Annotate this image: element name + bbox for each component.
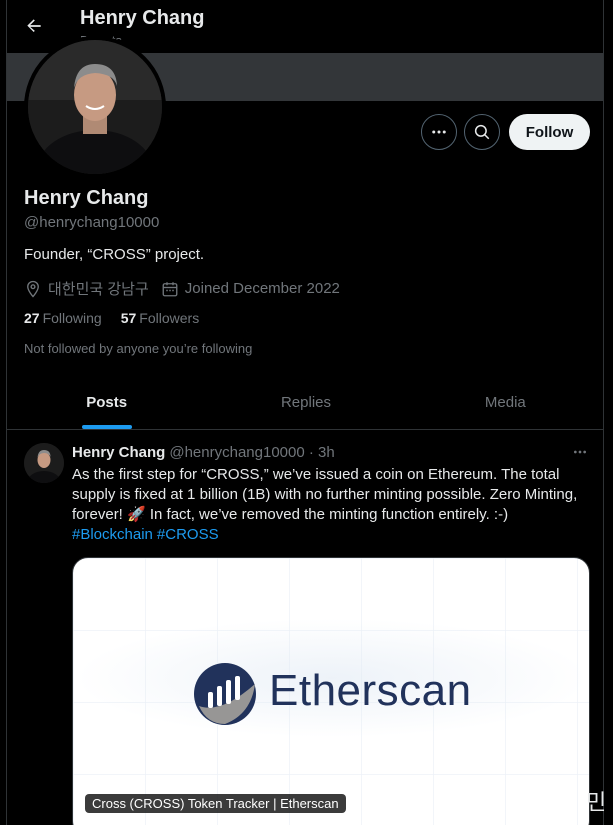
following-label: Following bbox=[42, 310, 102, 326]
profile-avatar[interactable] bbox=[24, 36, 166, 178]
tab-replies-label: Replies bbox=[280, 394, 331, 411]
hashtag-blockchain[interactable]: #Blockchain bbox=[72, 526, 153, 543]
profile-display-name: Henry Chang bbox=[24, 187, 149, 209]
calendar-icon bbox=[162, 281, 178, 296]
link-card[interactable]: Etherscan Cross (CROSS) Token Tracker | … bbox=[72, 557, 590, 825]
profile-meta: 대한민국 강남구 Joined December 2022 bbox=[24, 278, 352, 299]
profile-tabs: Posts Replies Media bbox=[7, 376, 603, 430]
active-tab-indicator bbox=[81, 425, 132, 429]
post-author-name[interactable]: Henry Chang bbox=[72, 444, 165, 461]
post-handle-time[interactable]: @henrychang10000 · 3h bbox=[169, 444, 334, 461]
post-text: As the first step for “CROSS,” we’ve iss… bbox=[72, 466, 578, 523]
tab-media-label: Media bbox=[484, 394, 526, 411]
search-icon bbox=[474, 124, 490, 140]
arrow-left-icon bbox=[27, 19, 41, 32]
location-pin-icon bbox=[27, 280, 39, 298]
profile-joined: Joined December 2022 bbox=[161, 280, 340, 298]
more-options-button[interactable] bbox=[421, 114, 457, 150]
joined-text: Joined December 2022 bbox=[184, 280, 340, 297]
hashtag-cross[interactable]: #CROSS bbox=[157, 526, 219, 543]
followers-label: Followers bbox=[139, 310, 200, 326]
post-avatar-photo bbox=[24, 443, 64, 483]
profile-handle: @henrychang10000 bbox=[24, 214, 160, 231]
following-count: 27 bbox=[24, 310, 40, 326]
tab-media[interactable]: Media bbox=[406, 376, 603, 429]
card-brand-text: Etherscan bbox=[269, 666, 472, 715]
ime-indicator: 민 bbox=[586, 790, 607, 815]
post-avatar[interactable] bbox=[24, 443, 64, 483]
post-item[interactable]: Henry Chang @henrychang10000 · 3h As the… bbox=[7, 431, 603, 825]
post-header: Henry Chang @henrychang10000 · 3h bbox=[72, 444, 335, 461]
more-horizontal-icon bbox=[432, 130, 446, 134]
back-button[interactable] bbox=[19, 11, 49, 41]
post-more-button[interactable] bbox=[569, 441, 591, 463]
search-profile-button[interactable] bbox=[464, 114, 500, 150]
followers-count: 57 bbox=[120, 310, 137, 326]
location-text: 대한민국 강남구 bbox=[48, 281, 149, 298]
header-title: Henry Chang bbox=[80, 7, 205, 29]
profile-column: Henry Chang 5 posts Follow Henry Chang @… bbox=[6, 0, 604, 825]
not-followed-note: Not followed by anyone you’re following bbox=[24, 341, 253, 356]
more-horizontal-icon bbox=[574, 450, 586, 454]
follow-button[interactable]: Follow bbox=[509, 114, 590, 150]
followers-link[interactable]: 57 Followers bbox=[121, 310, 199, 326]
avatar-photo bbox=[28, 40, 162, 174]
card-title-label: Cross (CROSS) Token Tracker | Etherscan bbox=[85, 794, 346, 813]
profile-location: 대한민국 강남구 bbox=[24, 278, 149, 299]
tab-posts[interactable]: Posts bbox=[7, 376, 206, 429]
following-link[interactable]: 27 Following bbox=[24, 310, 102, 326]
tab-replies[interactable]: Replies bbox=[206, 376, 405, 429]
tab-posts-label: Posts bbox=[86, 394, 128, 411]
post-hashtags: #Blockchain #CROSS bbox=[72, 525, 223, 545]
profile-bio: Founder, “CROSS” project. bbox=[24, 246, 205, 263]
etherscan-logo-icon bbox=[194, 663, 256, 725]
profile-stats: 27 Following 57 Followers bbox=[24, 310, 218, 326]
